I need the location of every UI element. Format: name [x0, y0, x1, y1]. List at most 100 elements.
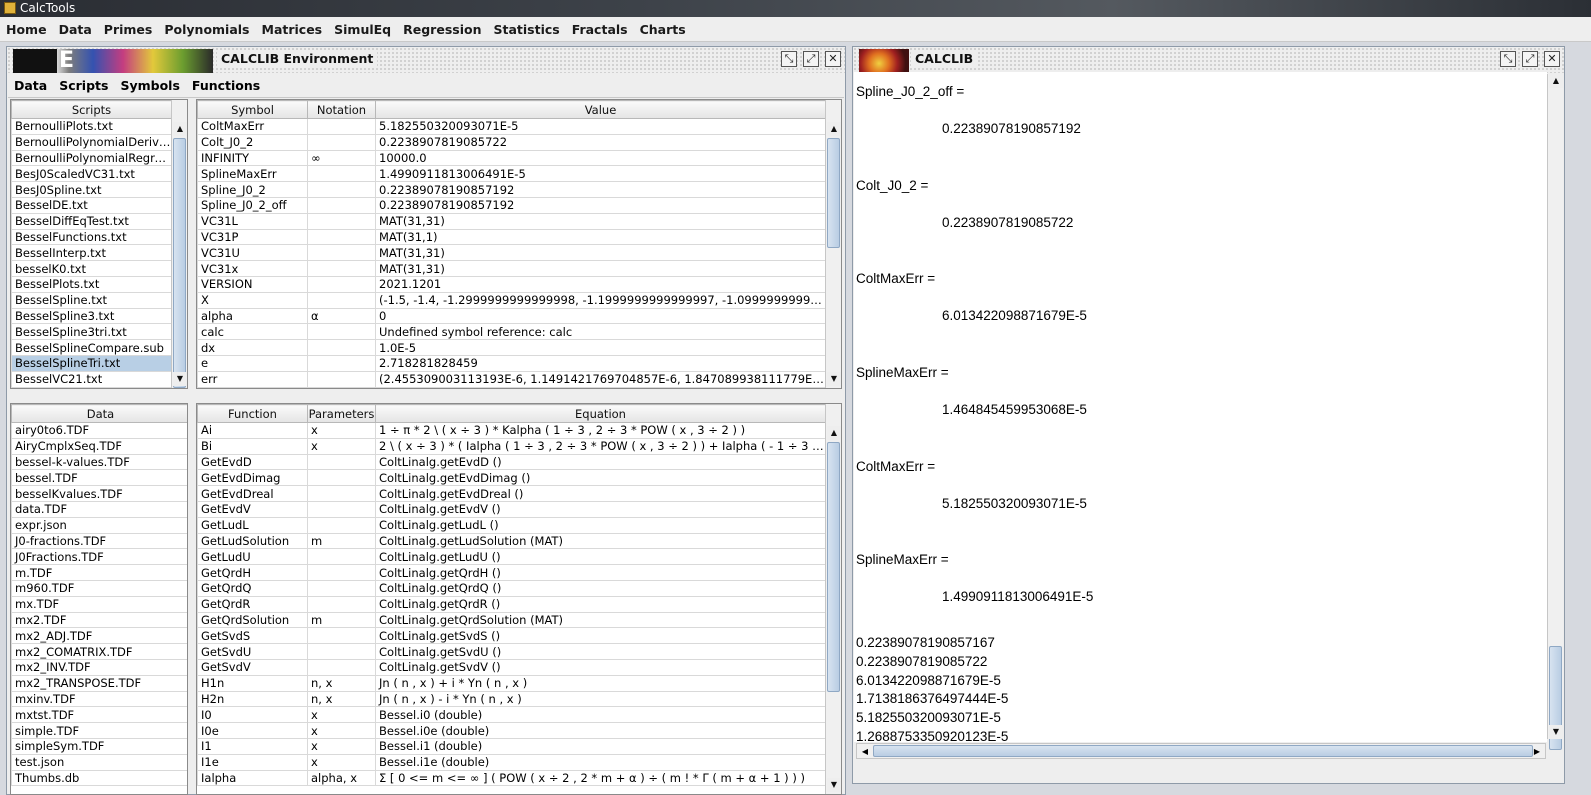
scroll-up-icon[interactable]: ▲ [827, 122, 841, 136]
symbol-row[interactable]: err (2.455309003113193E-6, 1.149142176970… [197, 370, 826, 388]
equation-col-header[interactable]: Equation [375, 404, 826, 423]
symbol-row[interactable]: Colt_J0_2 0.2238907819085722 [197, 133, 826, 151]
parameters-cell[interactable] [307, 643, 376, 660]
value-cell[interactable]: 1.4990911813006491E-5 [375, 165, 826, 183]
menu-matrices[interactable]: Matrices [256, 17, 329, 42]
notation-cell[interactable] [307, 354, 376, 372]
parameters-cell[interactable] [307, 595, 376, 613]
notation-cell[interactable] [307, 181, 376, 198]
function-row[interactable]: Bi x 2 \ ( x ÷ 3 ) * ( Ialpha ( 1 ÷ 3 , 2 … [197, 437, 826, 455]
equation-cell[interactable]: 2 \ ( x ÷ 3 ) * ( Ialpha ( 1 ÷ 3 , 2 ÷ 3… [375, 437, 826, 455]
value-cell[interactable]: 5.182550320093071E-5 [375, 118, 826, 135]
scrollbar-thumb[interactable] [873, 745, 1533, 757]
notation-cell[interactable] [307, 196, 376, 214]
parameters-cell[interactable] [307, 548, 376, 566]
function-row[interactable]: GetSvdU ColtLinalg.getSvdU () [197, 643, 826, 660]
parameters-cell[interactable] [307, 516, 376, 534]
script-row[interactable]: BernoulliPolynomialRegre... [11, 149, 172, 167]
function-cell[interactable]: I0e [197, 722, 308, 739]
equation-cell[interactable]: Jn ( n , x ) + i * Yn ( n , x ) [375, 674, 826, 692]
data-file-row[interactable]: Thumbs.db [11, 769, 187, 787]
value-cell[interactable]: (2.455309003113193E-6, 1.149142176970485… [375, 370, 826, 388]
menu-home[interactable]: Home [0, 17, 53, 42]
function-row[interactable]: I1 x Bessel.i1 (double) [197, 737, 826, 755]
menu-data[interactable]: Data [53, 17, 98, 42]
scroll-left-icon[interactable]: ◀ [858, 745, 872, 759]
scroll-down-icon[interactable]: ▼ [173, 372, 187, 386]
notation-cell[interactable] [307, 260, 376, 277]
function-cell[interactable]: GetLudSolution [197, 532, 308, 550]
script-name[interactable]: BesselDiffEqTest.txt [11, 212, 172, 230]
script-name[interactable]: BesselSpline.txt [11, 291, 172, 309]
equation-cell[interactable]: ColtLinalg.getEvdDimag () [375, 469, 826, 487]
equation-cell[interactable]: ColtLinalg.getLudU () [375, 548, 826, 566]
symbol-col-header[interactable]: Symbol [197, 100, 308, 119]
equation-cell[interactable]: ColtLinalg.getQrdH () [375, 564, 826, 581]
script-name[interactable]: BesselDE.txt [11, 196, 172, 214]
function-cell[interactable]: Bi [197, 437, 308, 455]
data-file-row[interactable]: airy0to6.TDF [11, 422, 187, 439]
symbol-row[interactable]: SplineMaxErr 1.4990911813006491E-5 [197, 165, 826, 183]
symbol-row[interactable]: VC31L MAT(31,31) [197, 212, 826, 230]
script-name[interactable]: BesselSpline3.txt [11, 307, 172, 325]
parameters-cell[interactable]: x [307, 737, 376, 755]
script-row[interactable]: BesselSpline3tri.txt [11, 323, 172, 341]
symbol-cell[interactable]: alpha [197, 307, 308, 325]
value-cell[interactable]: (-1.5, -1.4, -1.2999999999999998, -1.199… [375, 291, 826, 309]
scroll-right-icon[interactable]: ▶ [1530, 745, 1544, 759]
function-cell[interactable]: Ai [197, 422, 308, 439]
script-row[interactable]: BesselInterp.txt [11, 244, 172, 262]
function-row[interactable]: I1e x Bessel.i1e (double) [197, 753, 826, 771]
function-row[interactable]: GetEvdV ColtLinalg.getEvdV () [197, 500, 826, 518]
function-row[interactable]: GetEvdD ColtLinalg.getEvdD () [197, 453, 826, 471]
value-cell[interactable]: 2.718281828459 [375, 354, 826, 372]
parameters-cell[interactable]: x [307, 722, 376, 739]
notation-cell[interactable] [307, 291, 376, 309]
data-file-row[interactable]: mxinv.TDF [11, 690, 187, 708]
scroll-up-icon[interactable]: ▲ [827, 426, 841, 440]
symbol-cell[interactable]: INFINITY [197, 149, 308, 167]
script-row[interactable]: BesselSpline3.txt [11, 307, 172, 325]
scrollbar-thumb[interactable] [173, 138, 186, 388]
parameters-cell[interactable] [307, 469, 376, 487]
scripts-scrollbar[interactable]: ▲ ▼ [171, 100, 187, 388]
equation-cell[interactable]: Jn ( n , x ) - i * Yn ( n , x ) [375, 690, 826, 708]
equation-cell[interactable]: ColtLinalg.getQrdR () [375, 595, 826, 613]
parameters-cell[interactable]: x [307, 422, 376, 439]
function-row[interactable]: Ai x 1 ÷ π * 2 \ ( x ÷ 3 ) * Kalpha ( 1 ÷ … [197, 422, 826, 439]
equation-cell[interactable]: ColtLinalg.getEvdV () [375, 500, 826, 518]
function-cell[interactable]: GetEvdV [197, 500, 308, 518]
env-menu-functions[interactable]: Functions [186, 74, 266, 98]
symbol-row[interactable]: ColtMaxErr 5.182550320093071E-5 [197, 118, 826, 135]
equation-cell[interactable]: Σ [ 0 <= m <= ∞ ] ( POW ( x ÷ 2 , 2 * m … [375, 769, 826, 787]
function-row[interactable]: Ialpha alpha, xΣ [ 0 <= m <= ∞ ] ( POW ( … [197, 769, 826, 787]
function-cell[interactable]: I1 [197, 737, 308, 755]
script-row[interactable]: BernoulliPlots.txt [11, 118, 172, 135]
function-cell[interactable]: Ialpha [197, 769, 308, 787]
data-file-name[interactable]: mx.TDF [11, 595, 187, 613]
parameters-cell[interactable]: n, x [307, 674, 376, 692]
parameters-cell[interactable] [307, 627, 376, 645]
parameters-cell[interactable] [307, 564, 376, 581]
function-row[interactable]: H1n n, x Jn ( n , x ) + i * Yn ( n , x ) [197, 674, 826, 692]
parameters-cell[interactable]: n, x [307, 690, 376, 708]
function-row[interactable]: I0 x Bessel.i0 (double) [197, 706, 826, 724]
notation-cell[interactable]: α [307, 307, 376, 325]
function-row[interactable]: GetQrdQ ColtLinalg.getQrdQ () [197, 579, 826, 597]
function-row[interactable]: GetSvdS ColtLinalg.getSvdS () [197, 627, 826, 645]
data-file-row[interactable]: mx.TDF [11, 595, 187, 613]
function-cell[interactable]: GetEvdDreal [197, 485, 308, 502]
data-file-row[interactable]: mx2.TDF [11, 611, 187, 629]
symbol-cell[interactable]: dx [197, 339, 308, 356]
equation-cell[interactable]: ColtLinalg.getEvdDreal () [375, 485, 826, 502]
data-file-name[interactable]: mx2_INV.TDF [11, 658, 187, 676]
data-file-row[interactable]: simple.TDF [11, 722, 187, 739]
data-file-name[interactable]: m.TDF [11, 564, 187, 581]
function-cell[interactable]: GetLudU [197, 548, 308, 566]
data-file-name[interactable]: airy0to6.TDF [11, 422, 187, 439]
symbol-row[interactable]: VC31U MAT(31,31) [197, 244, 826, 262]
parameters-cell[interactable]: m [307, 532, 376, 550]
notation-cell[interactable] [307, 323, 376, 341]
script-row[interactable]: BesselFunctions.txt [11, 228, 172, 246]
script-name[interactable]: BesselSplineTri.txt [11, 354, 172, 372]
